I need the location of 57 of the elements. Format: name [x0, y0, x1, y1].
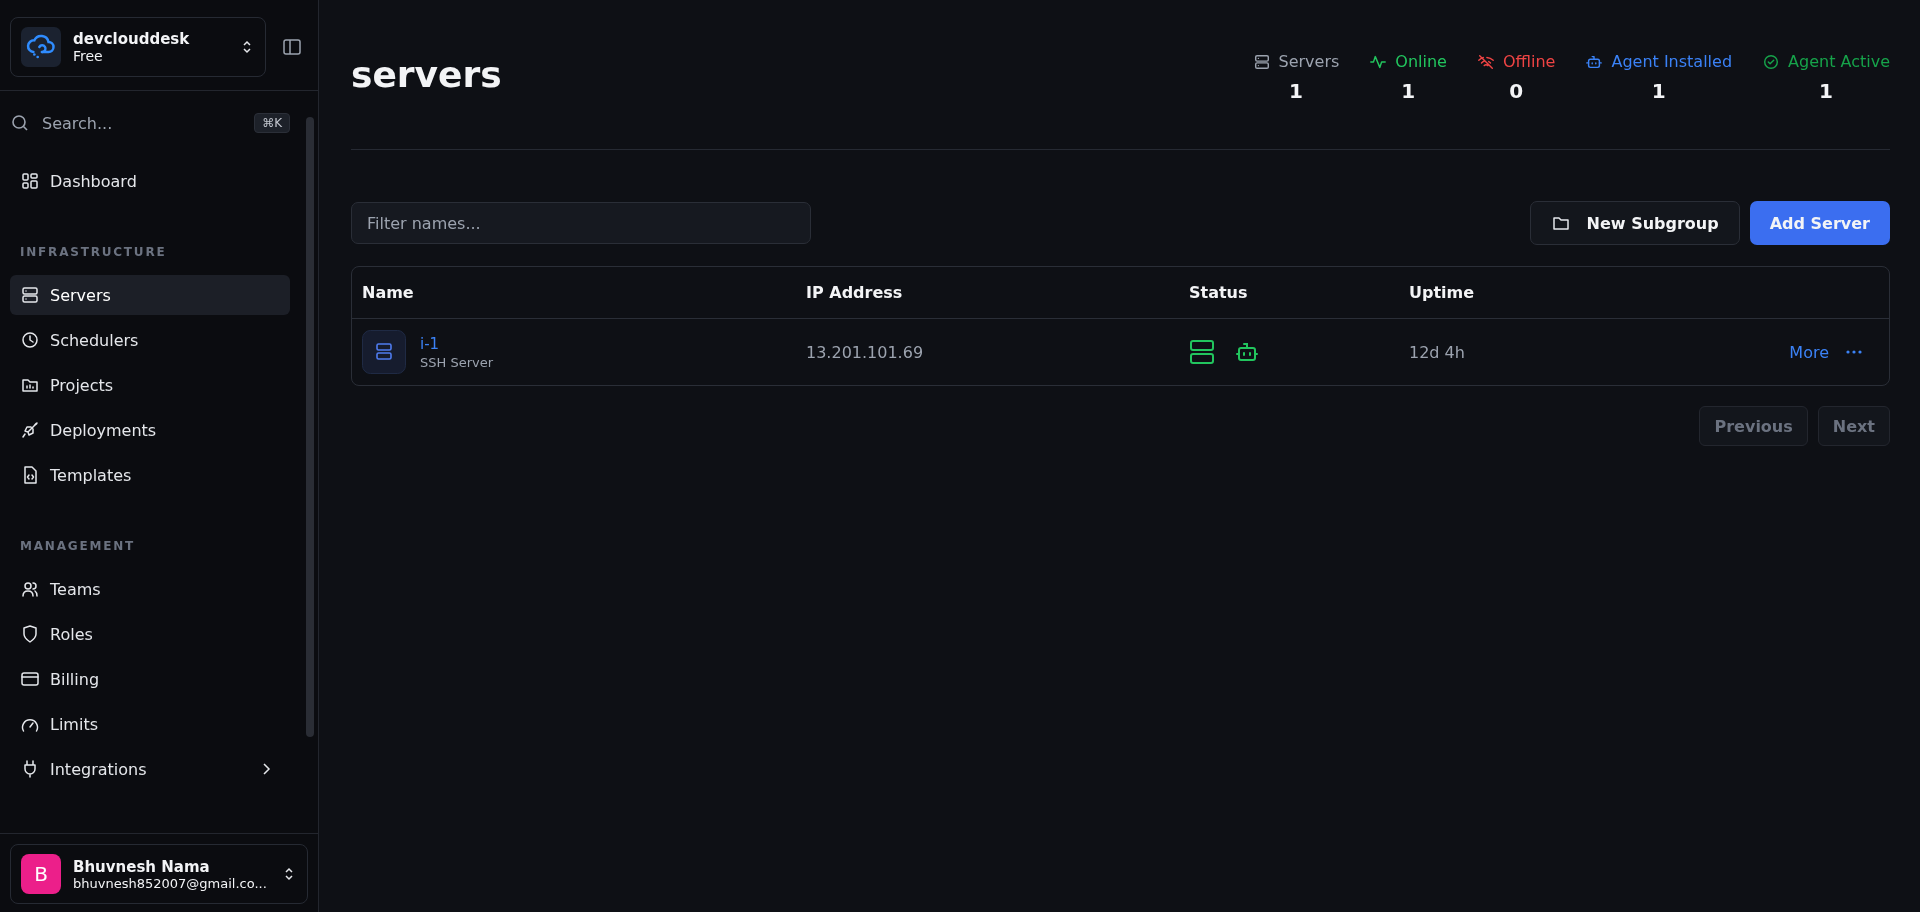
filter-input[interactable]: Filter names... — [351, 202, 811, 244]
stat-value: 1 — [1288, 79, 1303, 103]
new-subgroup-button[interactable]: New Subgroup — [1529, 201, 1740, 245]
nav-item[interactable]: Schedulers — [10, 320, 290, 360]
nav-item[interactable]: Roles — [10, 614, 290, 654]
grid-icon — [20, 171, 40, 191]
nav-item[interactable]: Limits — [10, 704, 290, 744]
server-icon — [362, 330, 406, 374]
stat-value: 1 — [1401, 79, 1416, 103]
column-header: Uptime — [1409, 283, 1476, 302]
scrollbar-thumb[interactable] — [306, 117, 314, 737]
server-type: SSH Server — [420, 354, 494, 370]
page-title: servers — [351, 54, 502, 95]
shield-icon — [20, 624, 40, 644]
users-icon — [20, 579, 40, 599]
more-link[interactable]: More — [1789, 342, 1829, 362]
stat-value: 0 — [1509, 79, 1524, 103]
workspace-name: devclouddesk — [73, 30, 191, 48]
nav-item[interactable]: Integrations — [10, 749, 290, 789]
cloud-logo-icon — [21, 27, 61, 67]
user-email: bhuvnesh852007@gmail.co... — [73, 875, 268, 891]
section-heading: INFRASTRUCTURE — [20, 245, 168, 259]
workspace-plan: Free — [73, 48, 104, 64]
nav-item[interactable]: Dashboard — [10, 161, 290, 201]
column-header: Name — [362, 283, 415, 302]
column-header: IP Address — [806, 283, 904, 302]
nav-item[interactable]: Deployments — [10, 410, 290, 450]
stat-label: Online — [1395, 52, 1447, 71]
server-name-link[interactable]: i-1 — [420, 334, 494, 353]
stat-value: 1 — [1819, 79, 1833, 103]
search-icon — [10, 113, 30, 133]
add-server-button[interactable]: Add Server — [1749, 201, 1890, 245]
clock-icon — [20, 330, 40, 350]
nav-item[interactable]: Templates — [10, 455, 290, 495]
stat-label: Offline — [1502, 52, 1556, 71]
uptime: 12d 4h — [1409, 342, 1466, 362]
stat-label: Agent Active — [1788, 52, 1890, 71]
user-name: Bhuvnesh Nama — [73, 857, 211, 876]
nav-item[interactable]: Billing — [10, 659, 290, 699]
card-icon — [20, 669, 40, 689]
user-avatar: B — [21, 854, 61, 894]
stat-label: Servers — [1278, 52, 1340, 71]
server-icon — [20, 285, 40, 305]
nav-item[interactable]: Teams — [10, 569, 290, 609]
more-options-icon[interactable] — [1845, 349, 1863, 355]
column-header: Status — [1189, 283, 1249, 302]
sidebar-toggle-icon[interactable] — [282, 37, 302, 57]
stat-label: Agent Installed — [1611, 52, 1733, 71]
nav-item[interactable]: Projects — [10, 365, 290, 405]
stat-value: 1 — [1651, 79, 1666, 103]
shortcut-badge: ⌘K — [254, 113, 290, 133]
section-heading: MANAGEMENT — [20, 539, 136, 553]
workspace-switcher[interactable]: devclouddesk Free — [10, 17, 266, 77]
ip-address: 13.201.101.69 — [806, 342, 925, 362]
nav-item[interactable]: Servers — [10, 275, 290, 315]
search-input[interactable]: Search... — [40, 112, 245, 134]
user-menu[interactable]: B Bhuvnesh Nama bhuvnesh852007@gmail.co... — [10, 844, 308, 904]
